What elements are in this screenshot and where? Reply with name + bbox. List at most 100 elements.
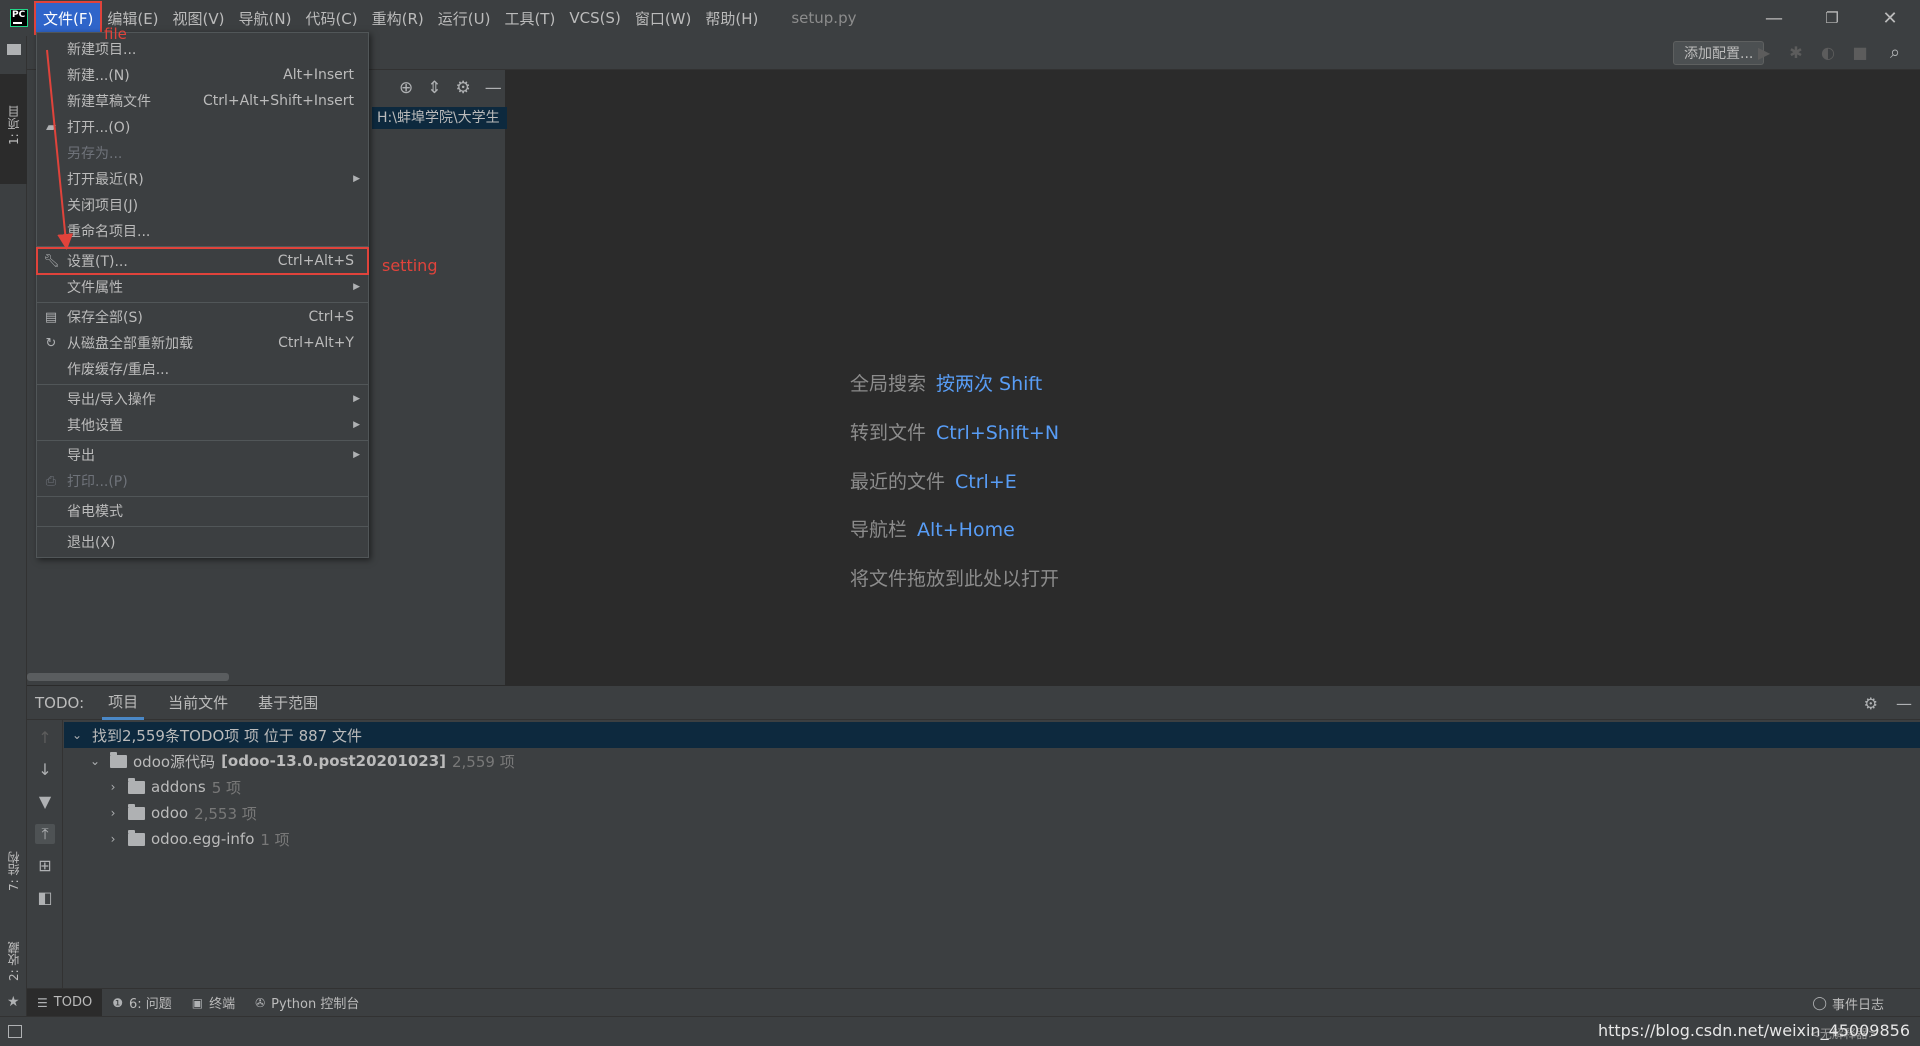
hint-text: 将文件拖放到此处以打开: [850, 568, 1060, 590]
minimize-button[interactable]: —: [1745, 0, 1803, 36]
menu-window[interactable]: 窗口(W): [628, 3, 699, 33]
menu-new[interactable]: 新建...(N) Alt+Insert: [37, 62, 368, 88]
chevron-down-icon[interactable]: ⌄: [88, 754, 102, 768]
chevron-down-icon[interactable]: ⌄: [70, 728, 84, 742]
todo-tree: ⌄ 找到2,559条TODO项 项 位于 887 文件 ⌄ odoo源代码 [o…: [64, 720, 1920, 988]
gear-icon[interactable]: ⚙: [456, 78, 471, 98]
menu-item-label: 打开最近(R): [67, 172, 144, 188]
menu-separator: [37, 526, 368, 527]
menu-help[interactable]: 帮助(H): [698, 3, 765, 33]
add-configuration-button[interactable]: 添加配置...: [1673, 41, 1765, 65]
menu-close-project[interactable]: 关闭项目(J): [37, 192, 368, 218]
chevron-right-icon[interactable]: ›: [106, 806, 120, 820]
group-by-module-icon[interactable]: ⊞: [35, 856, 55, 876]
menu-item-shortcut: Ctrl+Alt+S: [277, 253, 354, 269]
problems-icon: ❶: [112, 995, 123, 1010]
menu-item-label: 作废缓存/重启...: [67, 362, 170, 378]
collapse-all-icon[interactable]: ⇕: [427, 78, 441, 98]
debug-icon[interactable]: ✱: [1786, 43, 1806, 63]
hide-icon[interactable]: —: [1896, 694, 1912, 713]
hint-drop-files: 将文件拖放到此处以打开: [850, 564, 1059, 591]
menu-file-properties[interactable]: 文件属性 ▶: [37, 274, 368, 300]
menu-navigate[interactable]: 导航(N): [232, 3, 299, 33]
event-log-button[interactable]: ◯ 事件日志: [1812, 989, 1884, 1017]
menu-rename-project[interactable]: 重命名项目...: [37, 218, 368, 244]
todo-summary: 找到2,559条TODO项 项 位于 887 文件: [92, 726, 362, 745]
autoscroll-icon[interactable]: ⤒: [35, 824, 55, 844]
menubar: PC 文件(F) 编辑(E) 视图(V) 导航(N) 代码(C) 重构(R) 运…: [0, 0, 1920, 36]
menu-separator: [37, 246, 368, 247]
tree-row-egg-info[interactable]: › odoo.egg-info 1 项: [64, 826, 1920, 852]
tree-row-addons[interactable]: › addons 5 项: [64, 774, 1920, 800]
menu-item-label: 退出(X): [67, 535, 116, 551]
filter-icon[interactable]: ▼: [35, 792, 55, 812]
menu-refactor[interactable]: 重构(R): [365, 3, 431, 33]
toggle-tool-windows-icon[interactable]: [8, 1025, 22, 1038]
menu-vcs[interactable]: VCS(S): [562, 3, 627, 33]
run-icon[interactable]: ▶: [1754, 43, 1774, 63]
menu-item-shortcut: Ctrl+S: [308, 309, 354, 325]
project-tool-tab[interactable]: 1: 项目: [0, 80, 27, 170]
menu-open-recent[interactable]: 打开最近(R) ▶: [37, 166, 368, 192]
menu-power-save-mode[interactable]: 省电模式: [37, 498, 368, 524]
menu-settings[interactable]: 🔧︎ 设置(T)... Ctrl+Alt+S: [36, 247, 369, 275]
printer-icon: ⎙: [45, 473, 57, 489]
tool-tab-label: 6: 问题: [128, 997, 172, 1012]
submenu-arrow-icon: ▶: [353, 174, 360, 184]
menu-run[interactable]: 运行(U): [431, 3, 498, 33]
next-todo-icon[interactable]: ↓: [35, 760, 55, 780]
hint-key: Ctrl+E: [955, 471, 1017, 493]
menu-open[interactable]: ▰ 打开...(O): [37, 114, 368, 140]
todo-tab-project[interactable]: 项目: [102, 686, 145, 720]
tree-node-name: odoo.egg-info: [151, 830, 255, 848]
tool-tab-python-console[interactable]: ✇ Python 控制台: [245, 989, 369, 1017]
search-icon[interactable]: ⌕: [1885, 43, 1905, 63]
tool-tab-todo[interactable]: ☰ TODO: [27, 988, 103, 1017]
submenu-arrow-icon: ▶: [353, 282, 360, 292]
tree-node-name: addons: [151, 778, 206, 796]
previous-todo-icon[interactable]: ↑: [35, 728, 55, 748]
close-button[interactable]: ✕: [1861, 0, 1919, 36]
hint-goto-file: 转到文件 Ctrl+Shift+N: [850, 418, 1059, 445]
coverage-icon[interactable]: ◐: [1818, 43, 1838, 63]
menu-file[interactable]: 文件(F): [33, 1, 103, 35]
chevron-right-icon[interactable]: ›: [106, 832, 120, 846]
menu-new-scratch[interactable]: 新建草稿文件 Ctrl+Alt+Shift+Insert: [37, 88, 368, 114]
menu-export-import-actions[interactable]: 导出/导入操作 ▶: [37, 386, 368, 412]
tool-tab-problems[interactable]: ❶ 6: 问题: [102, 989, 182, 1017]
menu-export[interactable]: 导出 ▶: [37, 442, 368, 468]
list-icon: ☰: [37, 995, 48, 1010]
menu-exit[interactable]: 退出(X): [37, 529, 368, 555]
todo-tab-scope[interactable]: 基于范围: [252, 686, 324, 720]
tree-row-odoo[interactable]: › odoo 2,553 项: [64, 800, 1920, 826]
menu-reload-from-disk[interactable]: ↻ 从磁盘全部重新加载 Ctrl+Alt+Y: [37, 330, 368, 356]
menu-invalidate-caches[interactable]: 作废缓存/重启...: [37, 356, 368, 382]
gear-icon[interactable]: ⚙: [1864, 694, 1878, 713]
hint-recent-files: 最近的文件 Ctrl+E: [850, 467, 1017, 494]
horizontal-scrollbar[interactable]: [27, 673, 229, 681]
stop-icon[interactable]: ■: [1850, 43, 1870, 63]
menu-tools[interactable]: 工具(T): [497, 3, 562, 33]
terminal-icon: ▣: [191, 995, 204, 1010]
project-header-icons: ⊕ ⇕ ⚙ —: [399, 78, 502, 98]
hint-key: 按两次 Shift: [936, 373, 1043, 395]
tree-row-root[interactable]: ⌄ odoo源代码 [odoo-13.0.post20201023] 2,559…: [64, 748, 1920, 774]
hide-icon[interactable]: —: [485, 78, 502, 98]
todo-side-toolbar: ↑ ↓ ▼ ⤒ ⊞ ◧: [27, 720, 63, 988]
todo-summary-row[interactable]: ⌄ 找到2,559条TODO项 项 位于 887 文件: [64, 722, 1920, 748]
tool-tab-terminal[interactable]: ▣ 终端: [182, 989, 245, 1017]
chevron-right-icon[interactable]: ›: [106, 780, 120, 794]
folder-icon[interactable]: [7, 44, 21, 55]
todo-tab-current-file[interactable]: 当前文件: [162, 686, 234, 720]
locate-icon[interactable]: ⊕: [399, 78, 413, 98]
menu-save-all[interactable]: ▤ 保存全部(S) Ctrl+S: [37, 304, 368, 330]
restore-button[interactable]: ❐: [1803, 0, 1861, 36]
menu-item-label: 另存为...: [67, 146, 123, 162]
editor-empty-area[interactable]: 全局搜索 按两次 Shift 转到文件 Ctrl+Shift+N 最近的文件 Ctrl…: [507, 70, 1920, 685]
menu-other-settings[interactable]: 其他设置 ▶: [37, 412, 368, 438]
menu-new-project[interactable]: 新建项目...: [37, 36, 368, 62]
todo-panel-actions: ⚙ —: [1864, 694, 1912, 713]
menu-view[interactable]: 视图(V): [166, 3, 232, 33]
preview-icon[interactable]: ◧: [35, 888, 55, 908]
menu-code[interactable]: 代码(C): [298, 3, 364, 33]
